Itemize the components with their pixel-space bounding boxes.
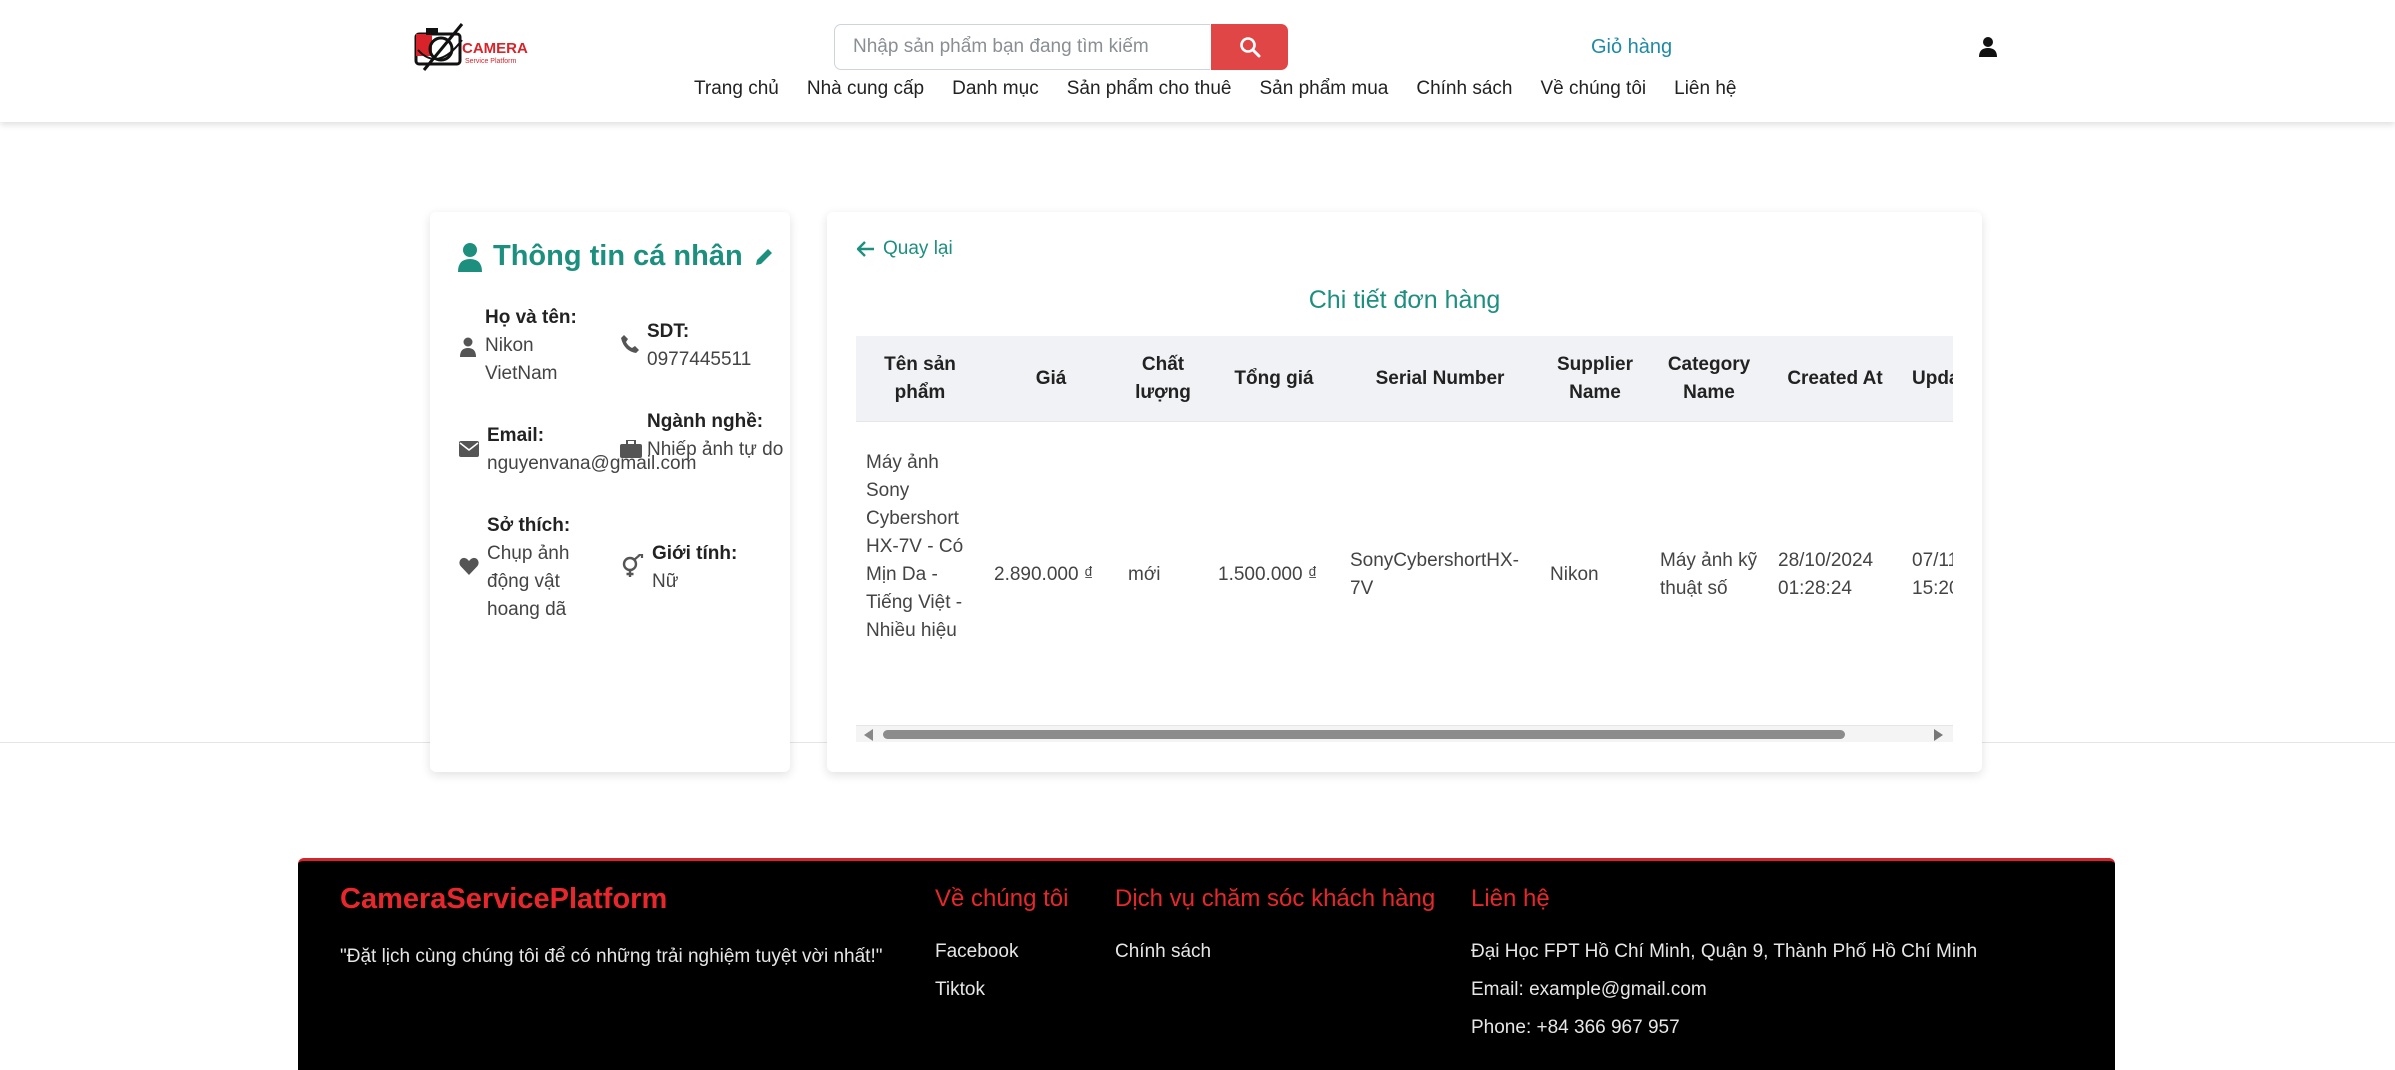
column-header: Category Name	[1650, 336, 1768, 422]
briefcase-icon	[620, 440, 642, 458]
footer-address: Đại Học FPT Hồ Chí Minh, Quận 9, Thành P…	[1471, 941, 1978, 962]
cell-supplier: Nikon	[1540, 421, 1650, 641]
gender-value: Nữ	[652, 571, 679, 592]
site-header: CAMERA Service Platform Giỏ hàng Trang c…	[0, 0, 2395, 122]
camera-logo-icon[interactable]: CAMERA Service Platform	[414, 20, 534, 76]
cart-link[interactable]: Giỏ hàng	[1591, 36, 1672, 59]
footer-email: Email: example@gmail.com	[1471, 979, 1707, 1000]
scroll-right-arrow[interactable]	[1934, 729, 1943, 741]
envelope-icon	[459, 441, 479, 457]
phone-field: SDT: 0977445511	[647, 318, 787, 374]
main-nav: Trang chủ Nhà cung cấp Danh mục Sản phẩm…	[694, 78, 1764, 100]
nav-item-policy[interactable]: Chính sách	[1416, 78, 1512, 100]
scroll-thumb[interactable]	[883, 730, 1845, 739]
order-title: Chi tiết đơn hàng	[1308, 286, 1501, 314]
nav-item-categories[interactable]: Danh mục	[952, 78, 1039, 100]
heart-icon	[459, 557, 479, 575]
profile-title-text: Thông tin cá nhân	[493, 240, 743, 272]
footer-phone: Phone: +84 366 967 957	[1471, 1017, 1680, 1038]
nav-item-suppliers[interactable]: Nhà cung cấp	[807, 78, 924, 100]
nav-item-about[interactable]: Về chúng tôi	[1540, 78, 1646, 100]
column-header: Created At	[1768, 336, 1902, 422]
gender-icon	[622, 554, 644, 577]
search-input[interactable]	[834, 24, 1210, 70]
hobby-label: Sở thích:	[487, 515, 571, 536]
nav-item-home[interactable]: Trang chủ	[694, 78, 779, 100]
footer-brand: CameraServicePlatform	[340, 883, 668, 915]
logo-subtext: Service Platform	[465, 58, 517, 65]
logo-text: CAMERA	[462, 40, 528, 57]
column-header: Chất lượng	[1118, 336, 1208, 422]
back-link-label: Quay lại	[883, 238, 953, 259]
footer-link-policy[interactable]: Chính sách	[1115, 941, 1211, 963]
column-header: Supplier Name	[1540, 336, 1650, 422]
order-table: Tên sản phẩm Giá Chất lượng Tổng giá Ser…	[856, 336, 1953, 641]
gender-field: Giới tính: Nữ	[652, 540, 772, 596]
footer-service-title: Dịch vụ chăm sóc khách hàng	[1115, 885, 1436, 912]
cell-created: 28/10/2024 01:28:24	[1768, 421, 1902, 641]
footer-link-facebook[interactable]: Facebook	[935, 941, 1018, 963]
phone-icon	[621, 335, 639, 353]
cell-quality: mới	[1118, 421, 1208, 641]
back-link[interactable]: Quay lại	[857, 238, 953, 260]
name-field: Họ và tên: Nikon VietNam	[485, 304, 585, 388]
cell-price: 2.890.000 ₫	[984, 421, 1118, 641]
column-header: Serial Number	[1340, 336, 1540, 422]
table-header-row: Tên sản phẩm Giá Chất lượng Tổng giá Ser…	[856, 336, 1953, 422]
phone-value: 0977445511	[647, 349, 752, 370]
column-header: Tên sản phẩm	[856, 336, 984, 422]
arrow-left-icon	[857, 241, 874, 257]
job-field: Ngành nghề: Nhiếp ảnh tự do	[647, 408, 787, 464]
pencil-icon[interactable]	[753, 246, 775, 268]
nav-item-buy-products[interactable]: Sản phẩm mua	[1260, 78, 1389, 100]
nav-item-contact[interactable]: Liên hệ	[1674, 78, 1736, 100]
footer-about-title: Về chúng tôi	[935, 885, 1069, 912]
phone-label: SDT:	[647, 321, 690, 342]
search-button[interactable]	[1211, 24, 1288, 70]
footer-link-tiktok[interactable]: Tiktok	[935, 979, 985, 1001]
scroll-left-arrow[interactable]	[864, 729, 873, 741]
gender-label: Giới tính:	[652, 543, 738, 564]
email-label: Email:	[487, 425, 545, 446]
cell-updated: 07/11/2024 15:20:11	[1902, 421, 1953, 641]
user-icon[interactable]	[1977, 36, 1999, 58]
column-header: Giá	[984, 336, 1118, 422]
table-row: Máy ảnh Sony Cybershort HX-7V - Có Mịn D…	[856, 421, 1953, 641]
footer-contact-title: Liên hệ	[1471, 885, 1550, 912]
profile-card: Thông tin cá nhân Họ và tên: Nikon VietN…	[430, 212, 790, 772]
job-value: Nhiếp ảnh tự do	[647, 439, 784, 460]
footer-slogan: "Đặt lịch cùng chúng tôi để có những trả…	[340, 946, 883, 967]
order-table-wrapper[interactable]: Tên sản phẩm Giá Chất lượng Tổng giá Ser…	[856, 336, 1953, 641]
order-detail-card: Quay lại Chi tiết đơn hàng Tên sản phẩm …	[827, 212, 1982, 772]
hobby-field: Sở thích: Chụp ảnh động vật hoang dã	[487, 512, 587, 624]
column-header: Updated At	[1902, 336, 1953, 422]
user-icon	[460, 337, 476, 357]
user-icon	[458, 242, 482, 272]
column-header: Tổng giá	[1208, 336, 1340, 422]
nav-item-rental-products[interactable]: Sản phẩm cho thuê	[1067, 78, 1232, 100]
job-label: Ngành nghề:	[647, 411, 764, 432]
profile-title: Thông tin cá nhân	[457, 240, 775, 273]
name-label: Họ và tên:	[485, 307, 577, 328]
search-icon	[1239, 37, 1260, 58]
name-value: Nikon VietNam	[485, 335, 558, 384]
cell-product-name: Máy ảnh Sony Cybershort HX-7V - Có Mịn D…	[856, 421, 984, 641]
cell-category: Máy ảnh kỹ thuật số	[1650, 421, 1768, 641]
horizontal-scrollbar[interactable]	[856, 725, 1953, 742]
cell-total: 1.500.000 ₫	[1208, 421, 1340, 641]
hobby-value: Chụp ảnh động vật hoang dã	[487, 543, 570, 620]
cell-serial: SonyCybershortHX-7V	[1340, 421, 1540, 641]
site-footer: CameraServicePlatform "Đặt lịch cùng chú…	[298, 858, 2115, 1070]
